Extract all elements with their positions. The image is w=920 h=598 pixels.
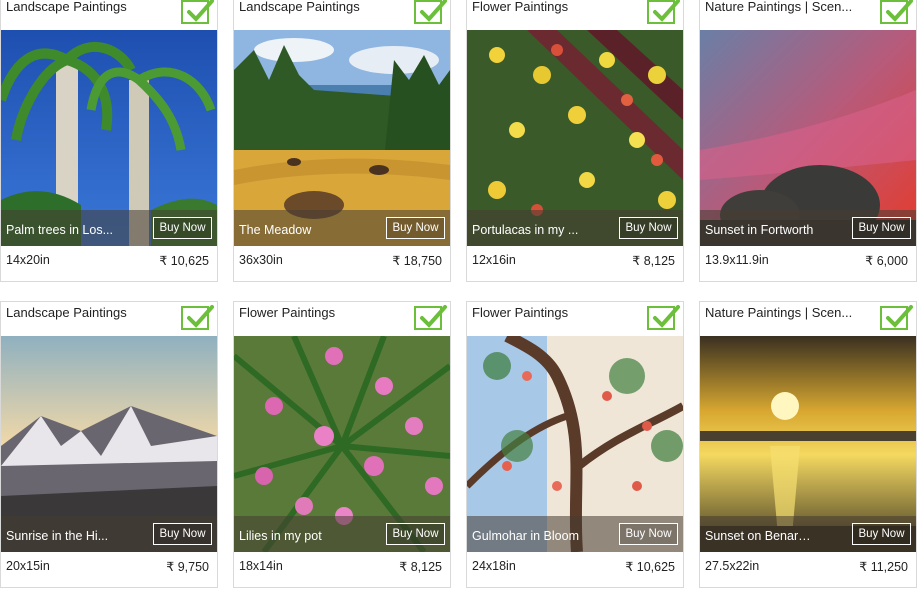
buy-now-button[interactable]: Buy Now [386,523,445,545]
product-grid: Landscape Paintings Palm trees in Los...… [0,0,920,598]
card-header: Landscape Paintings [1,302,217,336]
buy-now-button[interactable]: Buy Now [852,217,911,239]
card-header: Flower Paintings [467,302,683,336]
painting-size: 27.5x22in [705,559,760,573]
card-meta: 27.5x22in ₹ 11,250 [700,552,916,587]
product-card[interactable]: Landscape Paintings Palm trees in Los...… [0,0,218,282]
card-meta: 14x20in ₹ 10,625 [1,246,217,281]
painting-title[interactable]: Sunset on Benaras... [705,528,815,544]
checkbox-checked-icon[interactable] [181,305,214,330]
card-header: Flower Paintings [467,0,683,30]
painting-image[interactable]: Palm trees in Los... Buy Now [1,30,217,246]
painting-title[interactable]: Lilies in my pot [239,528,349,544]
painting-title[interactable]: Sunset in Fortworth [705,222,815,238]
painting-size: 20x15in [6,559,50,573]
product-card[interactable]: Landscape Paintings Sunrise in the Hi...… [0,301,218,588]
checkbox-checked-icon[interactable] [414,0,447,24]
card-meta: 24x18in ₹ 10,625 [467,552,683,587]
card-meta: 18x14in ₹ 8,125 [234,552,450,587]
product-card[interactable]: Nature Paintings | Scen... Sunset in For… [699,0,917,282]
card-meta: 20x15in ₹ 9,750 [1,552,217,587]
card-header: Nature Paintings | Scen... [700,302,916,336]
painting-title[interactable]: Portulacas in my ... [472,222,582,238]
product-card[interactable]: Flower Paintings Lilies in my pot Buy No… [233,301,451,588]
checkbox-checked-icon[interactable] [414,305,447,330]
buy-now-button[interactable]: Buy Now [619,217,678,239]
buy-now-button[interactable]: Buy Now [619,523,678,545]
painting-image[interactable]: Lilies in my pot Buy Now [234,336,450,552]
buy-now-button[interactable]: Buy Now [153,217,212,239]
category-label: Landscape Paintings [6,305,127,320]
buy-now-button[interactable]: Buy Now [852,523,911,545]
painting-price: ₹ 8,125 [399,560,442,574]
painting-price: ₹ 18,750 [392,254,442,268]
painting-size: 13.9x11.9in [705,253,769,267]
painting-title[interactable]: Palm trees in Los... [6,222,116,238]
painting-image[interactable]: Sunset in Fortworth Buy Now [700,30,916,246]
painting-size: 24x18in [472,559,516,573]
product-card[interactable]: Nature Paintings | Scen... Sunset on Ben… [699,301,917,588]
title-overlay: The Meadow Buy Now [234,210,450,246]
painting-price: ₹ 10,625 [159,254,209,268]
title-overlay: Sunset on Benaras... Buy Now [700,516,916,552]
painting-title[interactable]: The Meadow [239,222,349,238]
buy-now-button[interactable]: Buy Now [386,217,445,239]
painting-size: 18x14in [239,559,283,573]
card-header: Flower Paintings [234,302,450,336]
buy-now-button[interactable]: Buy Now [153,523,212,545]
painting-image[interactable]: The Meadow Buy Now [234,30,450,246]
title-overlay: Gulmohar in Bloom Buy Now [467,516,683,552]
category-label: Flower Paintings [472,305,569,320]
category-label: Nature Paintings | Scen... [705,305,853,320]
painting-price: ₹ 9,750 [166,560,209,574]
checkbox-checked-icon[interactable] [880,305,913,330]
category-label: Flower Paintings [239,305,336,320]
painting-title[interactable]: Sunrise in the Hi... [6,528,116,544]
card-header: Landscape Paintings [234,0,450,30]
painting-image[interactable]: Sunrise in the Hi... Buy Now [1,336,217,552]
checkbox-checked-icon[interactable] [647,0,680,24]
painting-image[interactable]: Gulmohar in Bloom Buy Now [467,336,683,552]
card-meta: 13.9x11.9in ₹ 6,000 [700,246,916,281]
product-card[interactable]: Flower Paintings Gulmohar in Bloom Buy N [466,301,684,588]
card-header: Nature Paintings | Scen... [700,0,916,30]
card-meta: 36x30in ₹ 18,750 [234,246,450,281]
painting-price: ₹ 11,250 [859,560,908,574]
card-header: Landscape Paintings [1,0,217,30]
checkbox-checked-icon[interactable] [880,0,913,24]
title-overlay: Palm trees in Los... Buy Now [1,210,217,246]
painting-price: ₹ 8,125 [632,254,675,268]
painting-price: ₹ 6,000 [865,254,908,268]
painting-image[interactable]: Portulacas in my ... Buy Now [467,30,683,246]
category-label: Nature Paintings | Scen... [705,0,853,14]
painting-size: 14x20in [6,253,50,267]
painting-size: 12x16in [472,253,516,267]
checkbox-checked-icon[interactable] [647,305,680,330]
painting-size: 36x30in [239,253,283,267]
title-overlay: Sunrise in the Hi... Buy Now [1,516,217,552]
painting-price: ₹ 10,625 [625,560,675,574]
product-card[interactable]: Flower Paintings Portulacas in my ... Bu [466,0,684,282]
card-meta: 12x16in ₹ 8,125 [467,246,683,281]
category-label: Landscape Paintings [239,0,360,14]
title-overlay: Portulacas in my ... Buy Now [467,210,683,246]
painting-image[interactable]: Sunset on Benaras... Buy Now [700,336,916,552]
checkbox-checked-icon[interactable] [181,0,214,24]
title-overlay: Lilies in my pot Buy Now [234,516,450,552]
title-overlay: Sunset in Fortworth Buy Now [700,210,916,246]
category-label: Landscape Paintings [6,0,127,14]
painting-title[interactable]: Gulmohar in Bloom [472,528,582,544]
category-label: Flower Paintings [472,0,569,14]
product-card[interactable]: Landscape Paintings The Meadow Buy Now 3… [233,0,451,282]
